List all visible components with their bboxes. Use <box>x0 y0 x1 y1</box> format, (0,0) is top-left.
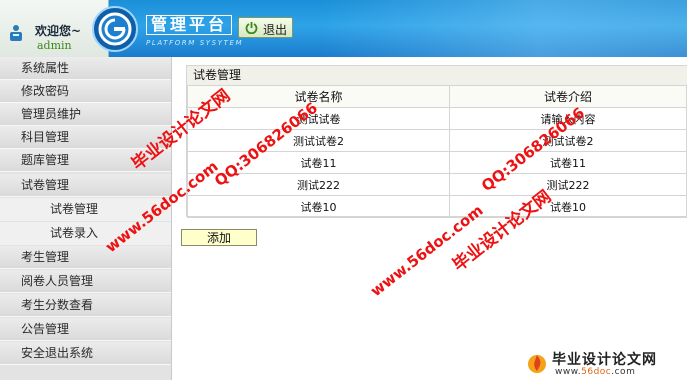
footer-url-accent: 56doc <box>581 367 612 377</box>
cell-paper-name[interactable]: 试卷10 <box>187 195 450 218</box>
table-header-row: 试卷名称 试卷介绍 <box>187 85 687 108</box>
top-header: 欢迎您~ admin 管理平台 PLATFORM SYSYTEM 退出 <box>0 0 687 57</box>
welcome-text: 欢迎您~ <box>35 24 82 38</box>
logout-button[interactable]: 退出 <box>238 17 293 38</box>
flame-logo-icon <box>528 355 546 373</box>
column-header-paper-name: 试卷名称 <box>187 85 450 108</box>
brand-subtitle: PLATFORM SYSYTEM <box>146 39 244 47</box>
footer-logo-text: 毕业设计论文网 <box>552 352 657 368</box>
username-text: admin <box>37 39 72 52</box>
sidebar-item-candidate-management[interactable]: 考生管理 <box>0 246 171 269</box>
table-row[interactable]: 测试试卷 请输入内容 <box>187 107 687 130</box>
footer-logo-url: www.56doc.com <box>555 367 635 377</box>
table-row[interactable]: 试卷11 试卷11 <box>187 151 687 174</box>
cell-paper-name[interactable]: 试卷11 <box>187 151 450 174</box>
cell-paper-name[interactable]: 测试试卷 <box>187 107 450 130</box>
table-row[interactable]: 测试222 测试222 <box>187 173 687 196</box>
cell-paper-intro: 测试试卷2 <box>449 129 687 152</box>
table-row[interactable]: 试卷10 试卷10 <box>187 195 687 218</box>
table-row[interactable]: 测试试卷2 测试试卷2 <box>187 129 687 152</box>
sidebar-item-score-view[interactable]: 考生分数查看 <box>0 294 171 317</box>
footer-logo: 毕业设计论文网 www.56doc.com <box>520 346 687 380</box>
add-paper-button[interactable]: 添加 <box>181 229 257 246</box>
sidebar-item-question-bank[interactable]: 题库管理 <box>0 149 171 172</box>
footer-url-prefix: www. <box>555 367 582 377</box>
sidebar-item-system-properties[interactable]: 系统属性 <box>0 57 171 80</box>
column-header-paper-intro: 试卷介绍 <box>449 85 687 108</box>
cell-paper-intro: 请输入内容 <box>449 107 687 130</box>
sidebar-item-admin-maintenance[interactable]: 管理员维护 <box>0 103 171 126</box>
sidebar-item-announcements[interactable]: 公告管理 <box>0 318 171 341</box>
sidebar-subitem-paper-entry[interactable]: 试卷录入 <box>0 222 171 245</box>
footer-url-suffix: .com <box>611 367 636 377</box>
sidebar-item-grader-management[interactable]: 阅卷人员管理 <box>0 270 171 293</box>
power-icon <box>245 22 258 34</box>
cell-paper-intro: 测试222 <box>449 173 687 196</box>
panel-title: 试卷管理 <box>187 66 687 85</box>
sidebar-item-change-password[interactable]: 修改密码 <box>0 80 171 103</box>
sidebar-item-subject-management[interactable]: 科目管理 <box>0 126 171 149</box>
cell-paper-intro: 试卷10 <box>449 195 687 218</box>
platform-logo-icon <box>92 6 138 52</box>
cell-paper-intro: 试卷11 <box>449 151 687 174</box>
paper-management-panel: 试卷管理 试卷名称 试卷介绍 测试试卷 请输入内容 测试试卷2 测试试卷2 试卷… <box>186 65 687 218</box>
sidebar-item-safe-logout[interactable]: 安全退出系统 <box>0 342 171 365</box>
cell-paper-name[interactable]: 测试试卷2 <box>187 129 450 152</box>
user-icon <box>10 25 22 41</box>
logout-label: 退出 <box>263 23 288 37</box>
sidebar-item-exam-paper-management[interactable]: 试卷管理 <box>0 174 171 197</box>
papers-table: 试卷名称 试卷介绍 测试试卷 请输入内容 测试试卷2 测试试卷2 试卷11 试卷… <box>187 85 687 218</box>
sidebar-subitem-paper-management[interactable]: 试卷管理 <box>0 198 171 221</box>
cell-paper-name[interactable]: 测试222 <box>187 173 450 196</box>
brand-title: 管理平台 <box>146 15 233 35</box>
header-shine <box>320 0 687 57</box>
